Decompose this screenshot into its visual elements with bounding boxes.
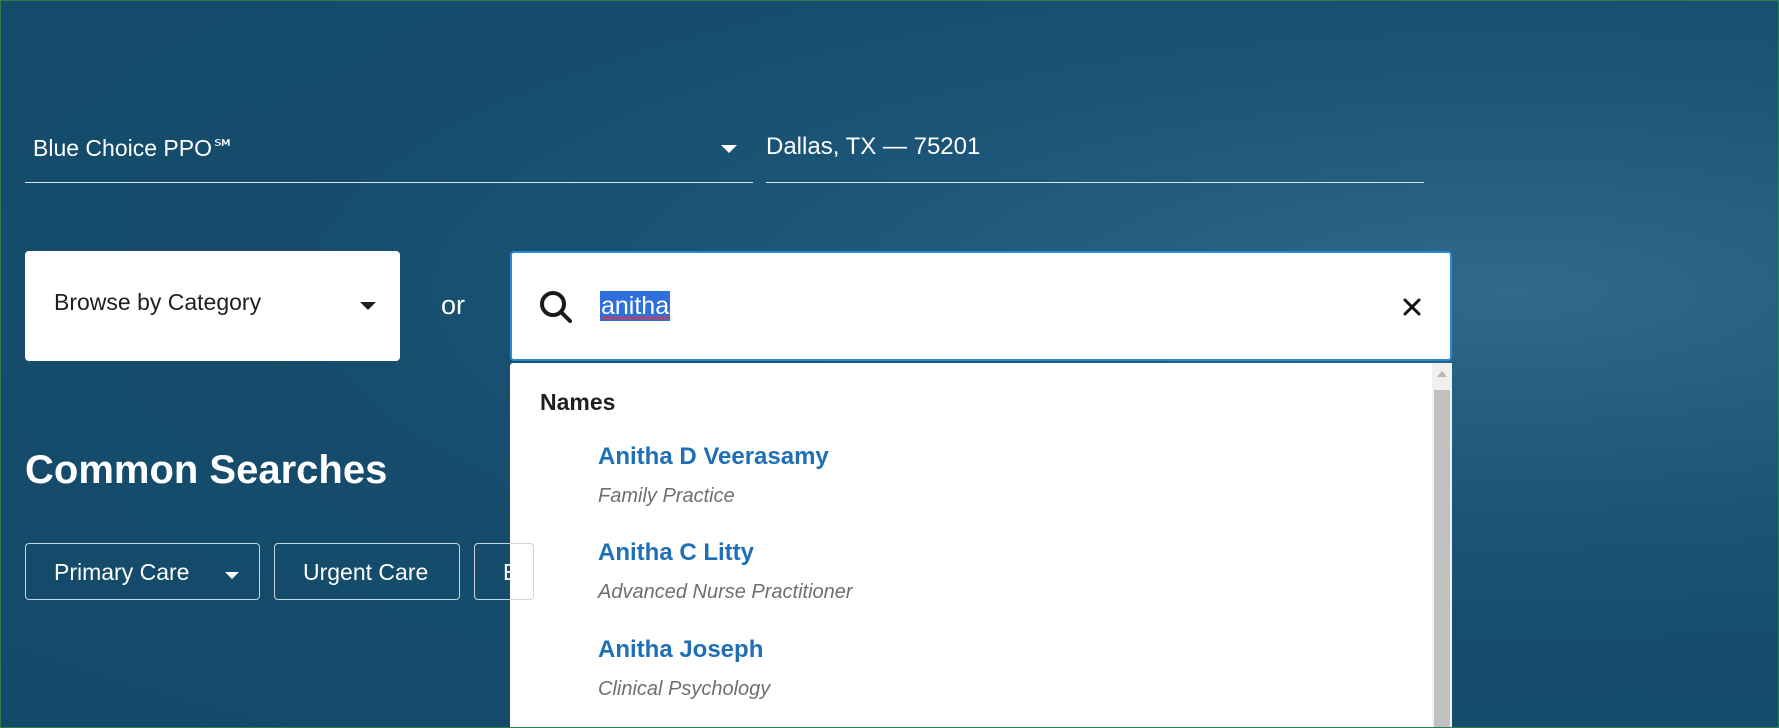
chip-partial[interactable]: E <box>474 543 534 600</box>
caret-down-icon <box>225 572 239 579</box>
chip-label: Primary Care <box>54 559 190 585</box>
chip-label: E <box>503 559 519 585</box>
search-icon <box>536 287 576 327</box>
suggestion-specialty: Clinical Psychology <box>598 678 771 700</box>
scrollbar-thumb[interactable] <box>1434 390 1450 727</box>
search-input[interactable]: anitha <box>510 251 1452 361</box>
caret-down-icon <box>360 302 376 310</box>
suggestion-specialty: Advanced Nurse Practitioner <box>598 581 853 603</box>
or-separator: or <box>441 290 466 320</box>
chip-label: Urgent Care <box>303 559 429 585</box>
suggestion-item[interactable]: Anitha D Veerasamy Family Practice <box>598 443 829 508</box>
scroll-up-arrow-icon[interactable] <box>1437 371 1447 377</box>
common-searches-heading: Common Searches <box>25 448 388 492</box>
caret-down-icon <box>721 145 737 153</box>
suggestion-name[interactable]: Anitha C Litty <box>598 539 853 567</box>
search-suggestions-dropdown: Names Anitha D Veerasamy Family Practice… <box>510 363 1452 727</box>
chip-urgent-care[interactable]: Urgent Care <box>274 543 460 600</box>
chip-primary-care[interactable]: Primary Care <box>25 543 260 600</box>
page-background: Blue Choice PPO℠ Dallas, TX — 75201 Brow… <box>0 0 1779 728</box>
location-input[interactable]: Dallas, TX — 75201 <box>766 121 1424 183</box>
plan-select-value: Blue Choice PPO℠ <box>33 135 236 161</box>
suggestion-name[interactable]: Anitha D Veerasamy <box>598 443 829 471</box>
suggestion-name[interactable]: Anitha Joseph <box>598 636 770 664</box>
plan-select[interactable]: Blue Choice PPO℠ <box>25 121 753 183</box>
dropdown-scrollbar[interactable] <box>1432 363 1452 727</box>
suggestion-specialty: Family Practice <box>598 485 735 507</box>
search-input-value[interactable]: anitha <box>600 291 671 321</box>
suggestion-item[interactable]: Anitha C Litty Advanced Nurse Practition… <box>598 539 853 604</box>
location-value: Dallas, TX — 75201 <box>766 133 981 160</box>
close-icon[interactable] <box>1392 287 1432 327</box>
browse-label: Browse by Category <box>54 289 262 315</box>
suggestion-item[interactable]: Anitha Joseph Clinical Psychology <box>598 636 770 701</box>
suggestions-heading: Names <box>540 389 616 415</box>
browse-by-category-dropdown[interactable]: Browse by Category <box>25 251 400 361</box>
